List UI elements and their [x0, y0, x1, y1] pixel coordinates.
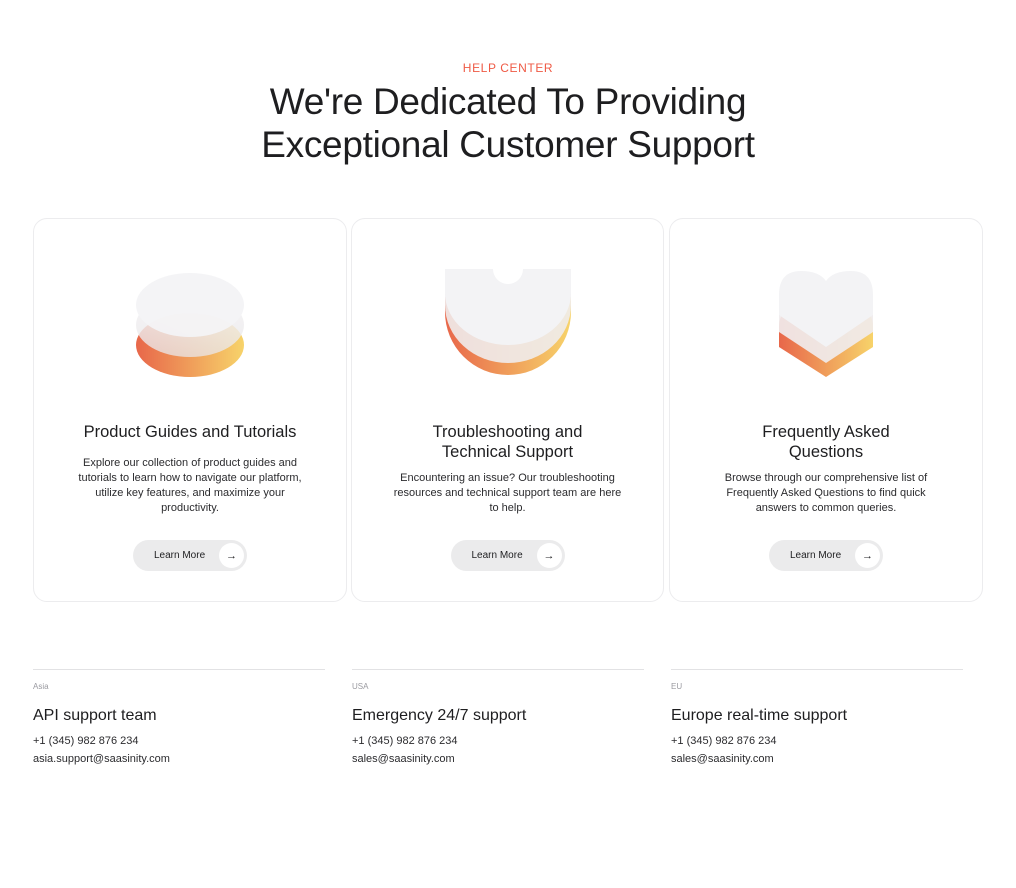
contact-asia: Asia API support team +1 (345) 982 876 2… [33, 669, 325, 765]
card-description: Explore our collection of product guides… [78, 457, 302, 514]
card-faq: Frequently Asked Questions Browse throug… [669, 218, 983, 602]
contact-email[interactable]: asia.support@saasinity.com [33, 753, 325, 765]
contact-region: USA [352, 682, 369, 691]
card-title: Frequently Asked Questions [690, 422, 962, 462]
learn-more-button[interactable]: Learn More → [450, 540, 565, 571]
card-description: Browse through our comprehensive list of… [724, 472, 928, 514]
contact-eu: EU Europe real-time support +1 (345) 982… [671, 669, 963, 765]
stacked-heart-icon [670, 267, 982, 387]
contact-phone[interactable]: +1 (345) 982 876 234 [352, 735, 644, 747]
contact-team: API support team [33, 707, 157, 724]
card-title: Product Guides and Tutorials [83, 423, 297, 441]
support-shield-icon [352, 267, 663, 387]
contact-region: Asia [33, 682, 49, 691]
arrow-right-icon: → [855, 543, 880, 568]
learn-more-button[interactable]: Learn More → [133, 540, 247, 571]
learn-more-button[interactable]: Learn More → [769, 540, 883, 571]
card-troubleshooting: Troubleshooting and Technical Support En… [351, 218, 664, 602]
headline-text: We're Dedicated To Providing Exceptional… [261, 81, 755, 165]
contact-email[interactable]: sales@saasinity.com [671, 753, 963, 765]
arrow-right-icon: → [536, 543, 562, 568]
card-title-text: Frequently Asked Questions [762, 423, 890, 461]
contact-team: Emergency 24/7 support [352, 707, 527, 724]
section-eyebrow: HELP CENTER [462, 61, 554, 75]
contact-phone[interactable]: +1 (345) 982 876 234 [33, 735, 325, 747]
card-title: Troubleshooting and Technical Support [372, 422, 643, 462]
card-title-text: Troubleshooting and Technical Support [432, 423, 583, 461]
card-product-guides: Product Guides and Tutorials Explore our… [33, 218, 347, 602]
card-description: Encountering an issue? Our troubleshooti… [393, 472, 622, 514]
learn-more-label: Learn More [471, 550, 523, 561]
contact-email[interactable]: sales@saasinity.com [352, 753, 644, 765]
contact-team: Europe real-time support [671, 707, 848, 724]
learn-more-label: Learn More [154, 550, 206, 561]
contact-region: EU [671, 682, 683, 691]
stacked-layers-icon [34, 267, 346, 387]
arrow-right-icon: → [219, 543, 244, 568]
learn-more-label: Learn More [790, 550, 842, 561]
contact-usa: USA Emergency 24/7 support +1 (345) 982 … [352, 669, 644, 765]
contact-phone[interactable]: +1 (345) 982 876 234 [671, 735, 963, 747]
page-title: We're Dedicated To Providing Exceptional… [0, 80, 1016, 166]
